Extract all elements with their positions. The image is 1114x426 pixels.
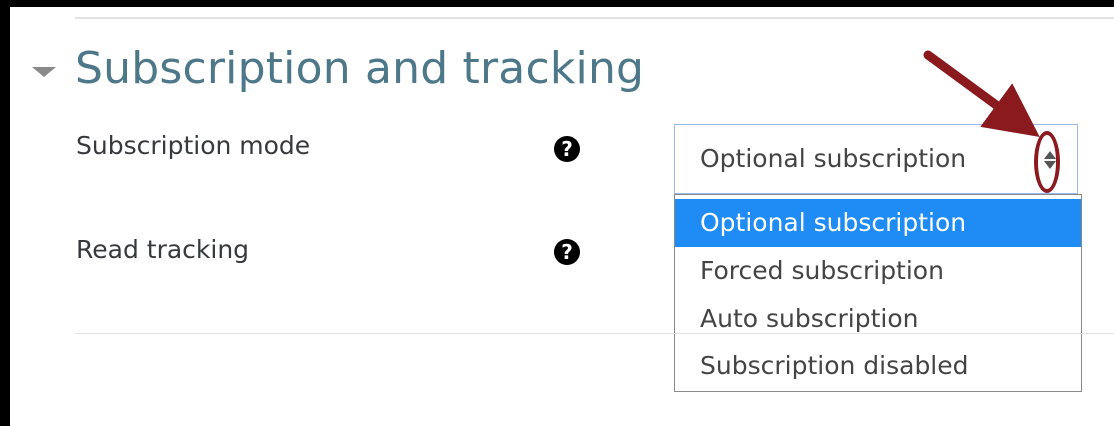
question-circle-icon[interactable]: ? <box>554 136 580 162</box>
screenshot-frame: Subscription and tracking Subscription m… <box>0 0 1114 426</box>
annotation-highlight-ring <box>1034 131 1060 193</box>
bottom-divider <box>75 333 1114 334</box>
form-panel: Subscription and tracking Subscription m… <box>10 7 1114 426</box>
subscription-mode-dropdown: Optional subscription Forced subscriptio… <box>674 194 1082 392</box>
question-circle-icon[interactable]: ? <box>554 239 580 265</box>
select-current-value: Optional subscription <box>700 144 967 173</box>
option-optional-subscription[interactable]: Optional subscription <box>675 199 1081 247</box>
top-divider <box>75 17 1114 19</box>
option-auto-subscription[interactable]: Auto subscription <box>675 295 1081 343</box>
option-forced-subscription[interactable]: Forced subscription <box>675 247 1081 295</box>
chevron-down-icon[interactable] <box>32 67 56 77</box>
read-tracking-label: Read tracking <box>76 235 250 264</box>
subscription-mode-label: Subscription mode <box>76 131 311 160</box>
option-subscription-disabled[interactable]: Subscription disabled <box>675 342 1081 390</box>
subscription-mode-select[interactable]: Optional subscription <box>674 124 1078 194</box>
section-title[interactable]: Subscription and tracking <box>75 39 644 99</box>
